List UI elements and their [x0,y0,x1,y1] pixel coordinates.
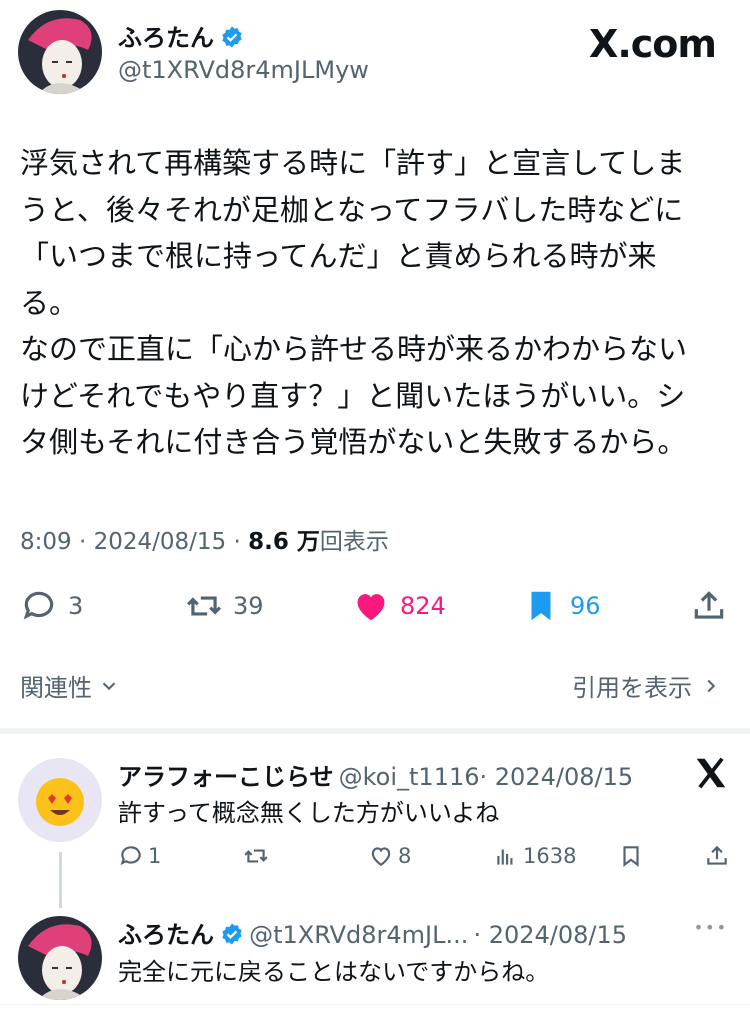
bookmark-filled-icon [531,591,551,621]
like-button[interactable]: 824 [352,585,446,627]
author-name-row: ふろたん [118,18,244,53]
share-icon [694,591,724,619]
tweet-meta: 8:09 · 2024/08/15 · 8.6 万回表示 [20,522,389,556]
view-label: 回表示 [319,529,389,555]
tweet-time[interactable]: 8:09 · 2024/08/15 · [20,529,248,555]
reply-icon [23,591,54,620]
reply-text: 許すって概念無くした方がいいよね [118,799,500,827]
share-button[interactable] [690,585,728,627]
chevron-right-icon [707,679,716,692]
view-count: 8.6 万 [248,529,320,555]
reply-share-button[interactable] [704,843,730,869]
bottom-divider [0,1004,750,1005]
reply-author-handle[interactable]: @koi_t1116 [339,763,480,791]
quotes-label: 引用を表示 [572,674,692,702]
sort-label: 関連性 [20,674,92,702]
heart-icon [371,847,391,866]
reply-avatar[interactable] [18,758,102,842]
view-quotes-link[interactable]: 引用を表示 [572,668,722,703]
reply-comment-count: 1 [148,844,162,868]
bookmark-icon [623,846,639,867]
thread-connector [59,852,62,908]
retweet-count: 39 [233,592,264,620]
reply-date[interactable]: · 2024/08/15 [480,763,634,791]
reply-bookmark-button[interactable] [618,843,644,869]
reply-like-count: 8 [398,844,412,868]
reply-icon [120,846,141,866]
reply-views[interactable]: 1638 [493,843,576,869]
verified-badge-icon [220,25,244,49]
heart-filled-icon [357,594,385,621]
section-divider [0,728,750,734]
reply-count: 3 [68,592,84,620]
retweet-button[interactable]: 39 [185,585,264,627]
reply-header: ふろたん @t1XRVd8r4mJL... · 2024/08/15 [118,915,627,950]
tweet-text: 浮気されて再構築する時に「許す」と宣言してしま うと、後々それが足枷となってフラ… [20,146,688,459]
author-handle[interactable]: @t1XRVd8r4mJLMyw [118,56,369,84]
reply-retweet-button[interactable] [243,843,269,869]
more-options-icon[interactable]: ••• [694,918,728,937]
retweet-icon [244,849,268,863]
reply-author-name[interactable]: ふろたん [118,921,214,949]
bookmark-button[interactable]: 96 [522,585,601,627]
reply-button[interactable]: 3 [20,585,83,627]
bookmark-count: 96 [570,592,601,620]
x-logo-icon [692,754,730,796]
reply-author-handle[interactable]: @t1XRVd8r4mJL... [249,921,468,949]
author-avatar[interactable] [18,10,102,94]
sort-relevance-dropdown[interactable]: 関連性 [20,668,120,703]
reply-author-name[interactable]: アラフォーこじらせ [118,763,334,791]
reply-text: 完全に元に戻ることはないですからね。 [118,958,550,986]
share-icon [707,845,727,865]
reply-comment-button[interactable]: 1 [118,843,161,869]
brand-logo: X.com [589,22,717,66]
reply-header: アラフォーこじらせ @koi_t1116· 2024/08/15 [118,757,633,792]
reply-view-count: 1638 [523,844,577,868]
like-count: 824 [400,592,446,620]
chevron-down-icon [102,682,116,690]
author-name: ふろたん [118,24,214,52]
analytics-icon [497,849,513,865]
reply-date[interactable]: · 2024/08/15 [473,921,627,949]
reply-avatar[interactable] [18,916,102,1000]
verified-badge-icon [220,922,244,946]
reply-like-button[interactable]: 8 [368,843,411,869]
retweet-icon [187,596,221,616]
